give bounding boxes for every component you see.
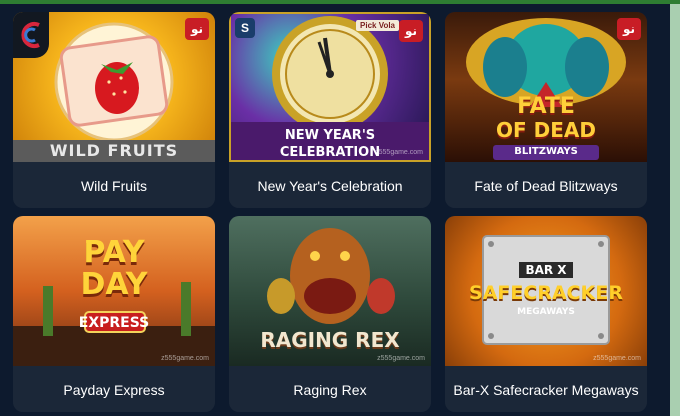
art-title-line3: EXPRESS bbox=[78, 315, 150, 331]
games-grid: WILD FRUITS نو Wild Fruits S Pick Vola ن… bbox=[0, 4, 670, 416]
art-title: WILD FRUITS bbox=[49, 141, 179, 160]
scrollbar-track[interactable] bbox=[670, 4, 680, 416]
art-title-line1: BAR X bbox=[525, 263, 567, 277]
game-title[interactable]: Bar-X Safecracker Megaways bbox=[445, 368, 647, 412]
game-card-payday-express[interactable]: PAY DAY EXPRESS z555game.com Payday Expr… bbox=[13, 216, 215, 412]
art-title-line1: FATE bbox=[517, 94, 575, 119]
game-thumbnail[interactable]: FATE OF DEAD BLITZWAYS نو bbox=[445, 12, 647, 162]
game-title[interactable]: New Year's Celebration bbox=[229, 164, 431, 208]
new-badge: نو bbox=[399, 20, 423, 42]
art-title-line1: NEW YEAR'S bbox=[284, 128, 376, 143]
provider-e-icon bbox=[21, 22, 40, 48]
new-badge: نو bbox=[617, 18, 641, 40]
provider-logo bbox=[13, 12, 49, 58]
game-title[interactable]: Raging Rex bbox=[229, 368, 431, 412]
watermark: z555game.com bbox=[377, 355, 425, 362]
art-title-line2: SAFECRACKER bbox=[469, 282, 623, 304]
game-thumbnail[interactable]: S Pick Vola نو NEW YEAR'S CELEBRATION z5… bbox=[229, 12, 431, 162]
art-title-line1: PAY bbox=[83, 235, 145, 270]
new-badge: نو bbox=[185, 18, 209, 40]
game-title[interactable]: Payday Express bbox=[13, 368, 215, 412]
art-title-line3: MEGAWAYS bbox=[517, 307, 575, 317]
art-title: RAGING REX bbox=[260, 328, 400, 352]
game-card-new-years-celebration[interactable]: S Pick Vola نو NEW YEAR'S CELEBRATION z5… bbox=[229, 12, 431, 208]
game-thumbnail[interactable]: RAGING REX z555game.com bbox=[229, 216, 431, 366]
pick-label: Pick Vola bbox=[356, 20, 399, 31]
game-title[interactable]: Wild Fruits bbox=[13, 164, 215, 208]
art-subtitle-ribbon: BLITZWAYS bbox=[493, 145, 599, 160]
game-thumbnail[interactable]: BAR X SAFECRACKER MEGAWAYS z555game.com bbox=[445, 216, 647, 366]
game-card-wild-fruits[interactable]: WILD FRUITS نو Wild Fruits bbox=[13, 12, 215, 208]
provider-s-icon: S bbox=[235, 18, 255, 38]
game-thumbnail[interactable]: PAY DAY EXPRESS z555game.com bbox=[13, 216, 215, 366]
watermark: z555game.com bbox=[593, 355, 641, 362]
art-title-line2: DAY bbox=[80, 267, 148, 302]
watermark: z555game.com bbox=[375, 149, 423, 156]
game-card-fate-of-dead-blitzways[interactable]: FATE OF DEAD BLITZWAYS نو Fate of Dead B… bbox=[445, 12, 647, 208]
game-card-bar-x-safecracker-megaways[interactable]: BAR X SAFECRACKER MEGAWAYS z555game.com … bbox=[445, 216, 647, 412]
game-title[interactable]: Fate of Dead Blitzways bbox=[445, 164, 647, 208]
art-title-line2: OF DEAD bbox=[496, 118, 596, 142]
watermark: z555game.com bbox=[161, 355, 209, 362]
art-title-line3: BLITZWAYS bbox=[514, 146, 578, 157]
game-thumbnail[interactable]: WILD FRUITS نو bbox=[13, 12, 215, 162]
game-card-raging-rex[interactable]: RAGING REX z555game.com Raging Rex bbox=[229, 216, 431, 412]
